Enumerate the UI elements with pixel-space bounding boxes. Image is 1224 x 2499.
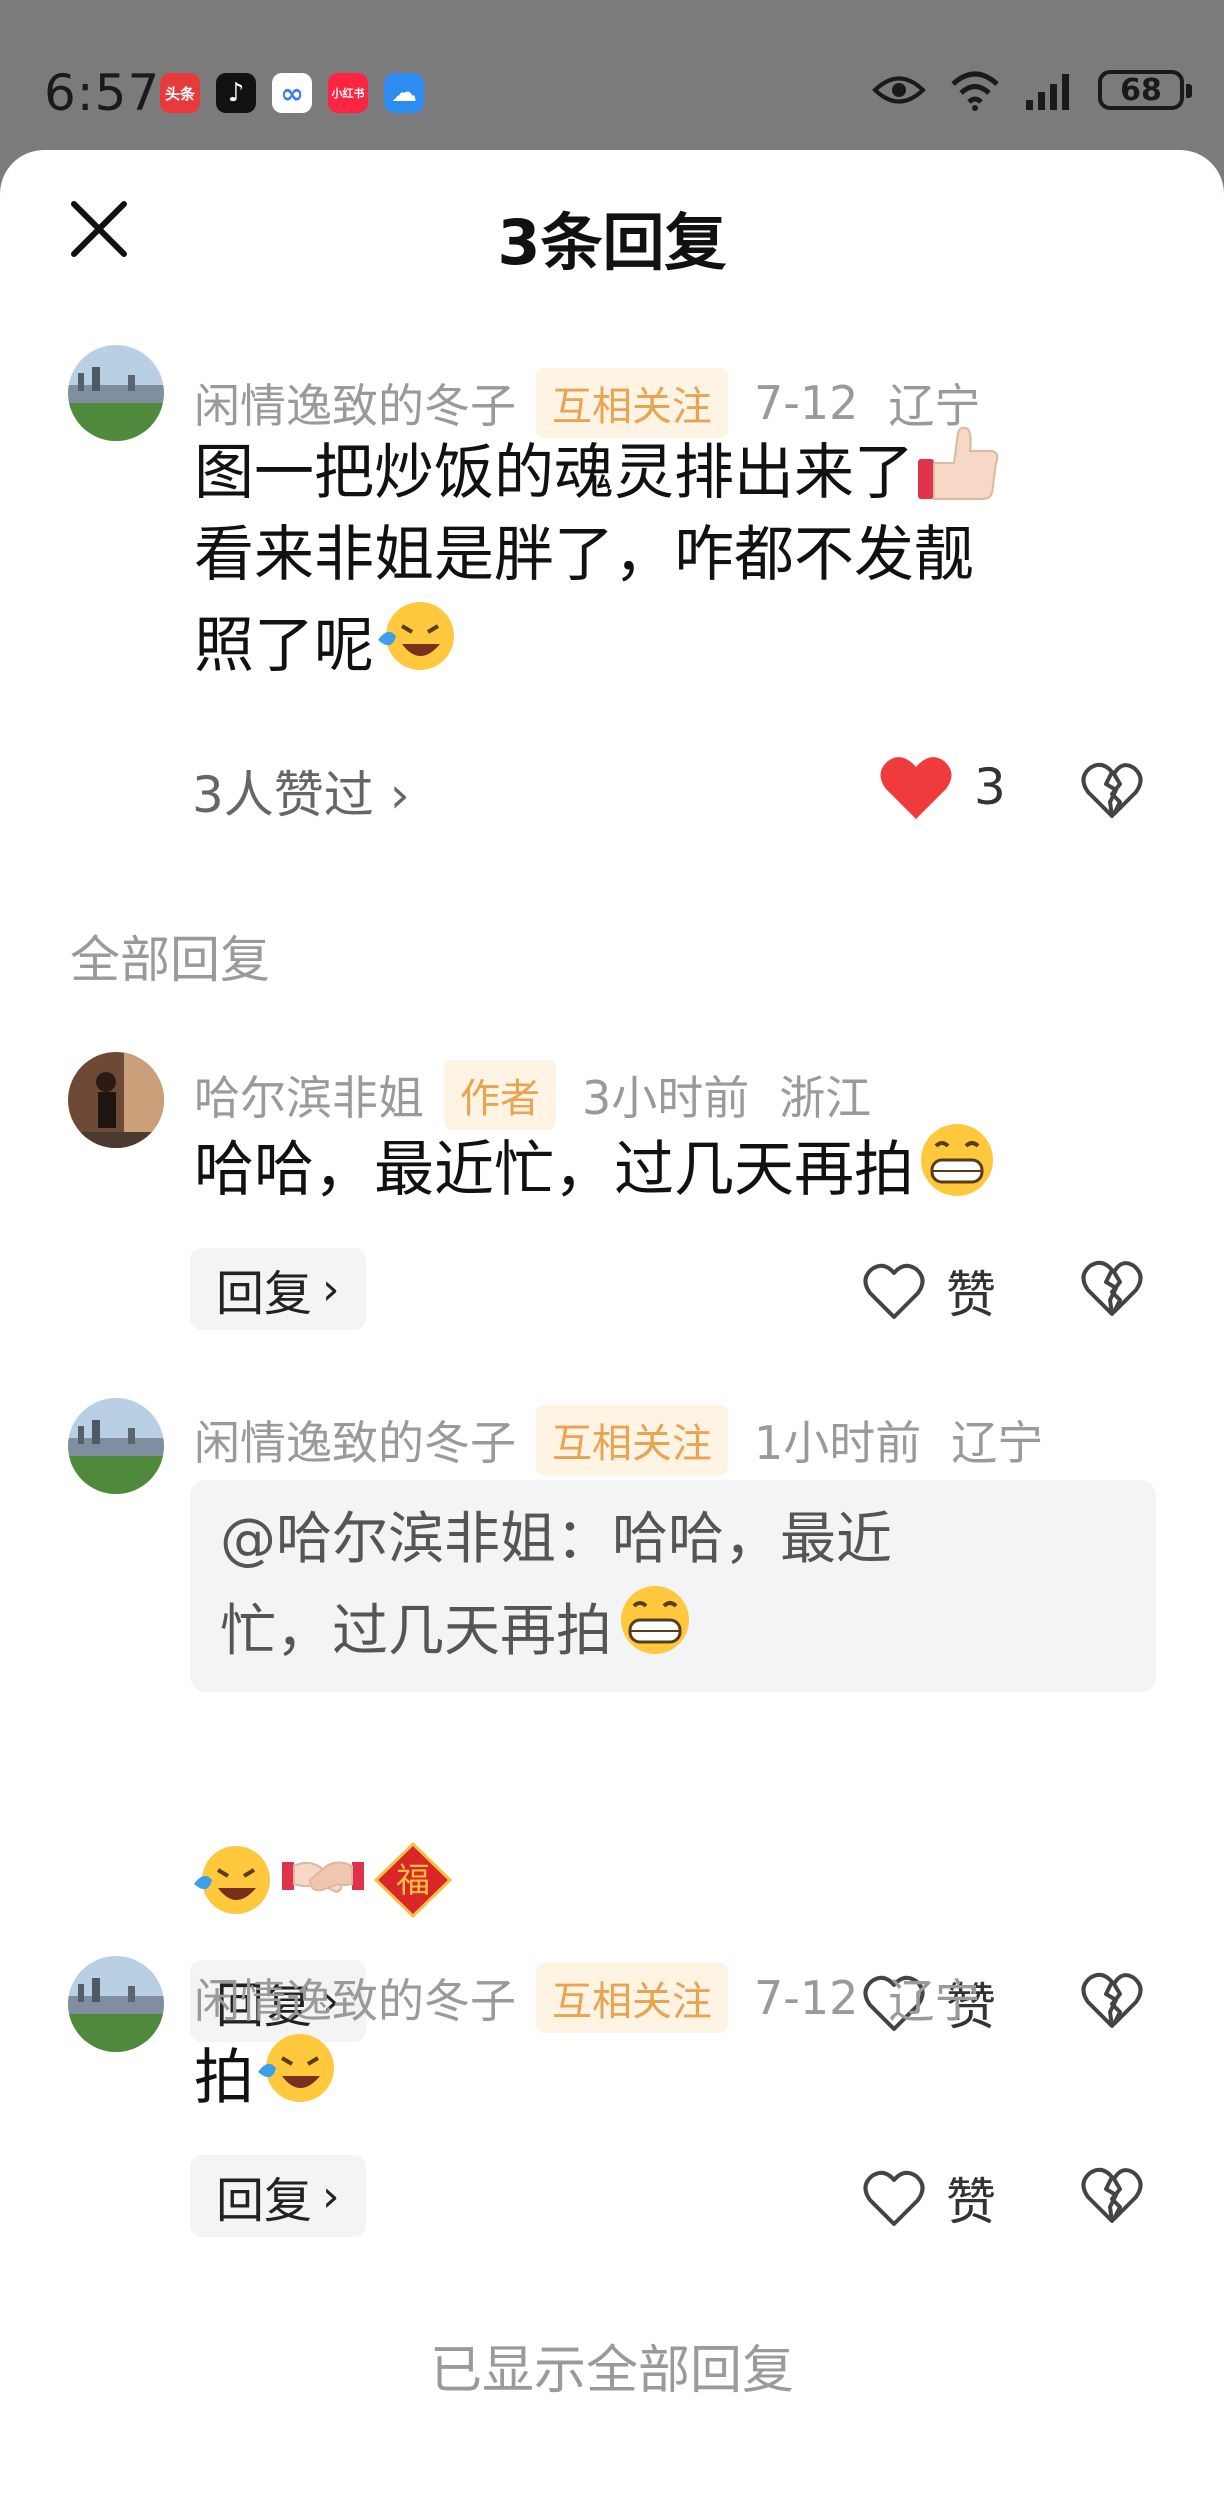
eye-icon: [872, 76, 926, 104]
author-name[interactable]: 闲情逸致的冬子: [194, 1965, 516, 2031]
emoji-row: 福: [190, 1840, 456, 1920]
reply-text: 拍: [194, 2028, 1154, 2119]
grinning-emoji-icon: [921, 1124, 993, 1196]
likers-link[interactable]: 3人赞过 ›: [192, 755, 410, 827]
laughing-crying-emoji-icon: [194, 1846, 270, 1914]
broken-heart-icon[interactable]: [1080, 1968, 1144, 2032]
reply-button[interactable]: 回复 ›: [190, 2155, 366, 2237]
comment-location: 浙江: [779, 1071, 872, 1125]
reply-text: 哈哈，最近忙，过几天再拍: [194, 1120, 1154, 1211]
comment-text-line3: 照了呢: [194, 611, 374, 681]
status-time: 6:57: [44, 64, 161, 122]
quote-line1: @哈尔滨非姐：哈哈，最近: [220, 1507, 892, 1572]
reply-button-label: 回复: [216, 2173, 313, 2229]
heart-filled-icon: [880, 757, 952, 819]
heart-outline-icon: [863, 2170, 925, 2226]
author-name[interactable]: 哈尔滨非姐: [194, 1062, 424, 1128]
grinning-emoji-icon: [621, 1586, 689, 1654]
status-bar: 6:57 头条 ♪ ∞ 小红书 ☁ 68: [0, 0, 1224, 150]
douyin-icon: ♪: [216, 73, 256, 113]
mutual-follow-badge: 互相关注: [536, 1963, 728, 2033]
thumbs-up-emoji-icon: [918, 426, 999, 500]
laughing-crying-emoji-icon: [378, 602, 454, 670]
status-app-icons: 头条 ♪ ∞ 小红书 ☁: [160, 73, 424, 113]
avatar[interactable]: [68, 1956, 164, 2052]
like-label: 赞: [946, 2173, 996, 2231]
chevron-right-icon: ›: [389, 766, 410, 824]
laughing-crying-emoji-icon: [258, 2034, 334, 2102]
reply-text-content: 哈哈，最近忙，过几天再拍: [194, 1135, 914, 1205]
comment-text-line2: 看来非姐是胖了，咋都不发靓: [194, 520, 974, 590]
comment-location: 辽宁: [888, 1974, 981, 2028]
comment-time: 7-12: [754, 1971, 859, 2025]
comment-time: 1小时前: [754, 1416, 922, 1470]
reply-button[interactable]: 回复 ›: [190, 1248, 366, 1330]
quoted-reply[interactable]: @哈尔滨非姐：哈哈，最近 忙，过几天再拍: [190, 1480, 1156, 1692]
broken-heart-icon[interactable]: [1080, 1256, 1144, 1320]
xiaohongshu-icon: 小红书: [328, 73, 368, 113]
broken-heart-icon[interactable]: [1080, 758, 1144, 822]
battery-indicator: 68: [1098, 70, 1192, 110]
quote-line2: 忙，过几天再拍: [220, 1599, 612, 1664]
reply-button-label: 回复: [216, 1266, 313, 1322]
avatar[interactable]: [68, 1398, 164, 1494]
comment-time: 7-12: [754, 376, 859, 430]
like-count: 3: [974, 758, 1006, 816]
author-name[interactable]: 闲情逸致的冬子: [194, 1407, 516, 1473]
baidu-netdisk-icon: ∞: [272, 73, 312, 113]
like-button[interactable]: 赞: [862, 2162, 996, 2234]
weather-icon: ☁: [384, 73, 424, 113]
status-indicators: 68: [872, 68, 1192, 112]
likers-text: 3人赞过: [192, 766, 374, 824]
sheet-title: 3条回复: [497, 206, 727, 279]
toutiao-icon: 头条: [160, 73, 200, 113]
chevron-right-icon: ›: [322, 2170, 340, 2222]
all-replies-shown-footer: 已显示全部回复: [429, 2341, 794, 2401]
like-button[interactable]: 3: [878, 753, 1006, 821]
like-label: 赞: [946, 1266, 996, 1324]
comment-time: 3小时前: [582, 1071, 750, 1125]
section-label: 全部回复: [70, 931, 270, 989]
signal-icon: [1026, 74, 1069, 110]
chevron-right-icon: ›: [322, 1263, 340, 1315]
comment-text: 图一把炒饭的魂灵排出来了 看来非姐是胖了，咋都不发靓 照了呢: [194, 423, 1154, 687]
comment-location: 辽宁: [951, 1416, 1044, 1470]
wifi-icon: [951, 71, 999, 111]
fortune-emoji-icon: 福: [373, 1841, 453, 1919]
avatar[interactable]: [68, 345, 164, 441]
handshake-emoji-icon: [282, 1861, 364, 1894]
reply-text-content: 拍: [194, 2043, 254, 2113]
broken-heart-icon[interactable]: [1080, 2163, 1144, 2227]
svg-text:福: 福: [396, 1861, 430, 1901]
comment-meta: 闲情逸致的冬子 互相关注 1小时前 辽宁: [194, 1405, 1043, 1475]
heart-outline-icon: [863, 1263, 925, 1319]
comment-meta: 闲情逸致的冬子 互相关注 7-12 辽宁: [194, 1963, 980, 2033]
mutual-follow-badge: 互相关注: [536, 1405, 728, 1475]
comment-text-line1: 图一把炒饭的魂灵排出来了: [194, 438, 914, 508]
replies-sheet: 3条回复 闲情逸致的冬子 互相关注 7-12 辽宁 图一把炒饭的魂灵排出来了 看…: [0, 150, 1224, 2499]
avatar[interactable]: [68, 1052, 164, 1148]
like-button[interactable]: 赞: [862, 1255, 996, 1327]
